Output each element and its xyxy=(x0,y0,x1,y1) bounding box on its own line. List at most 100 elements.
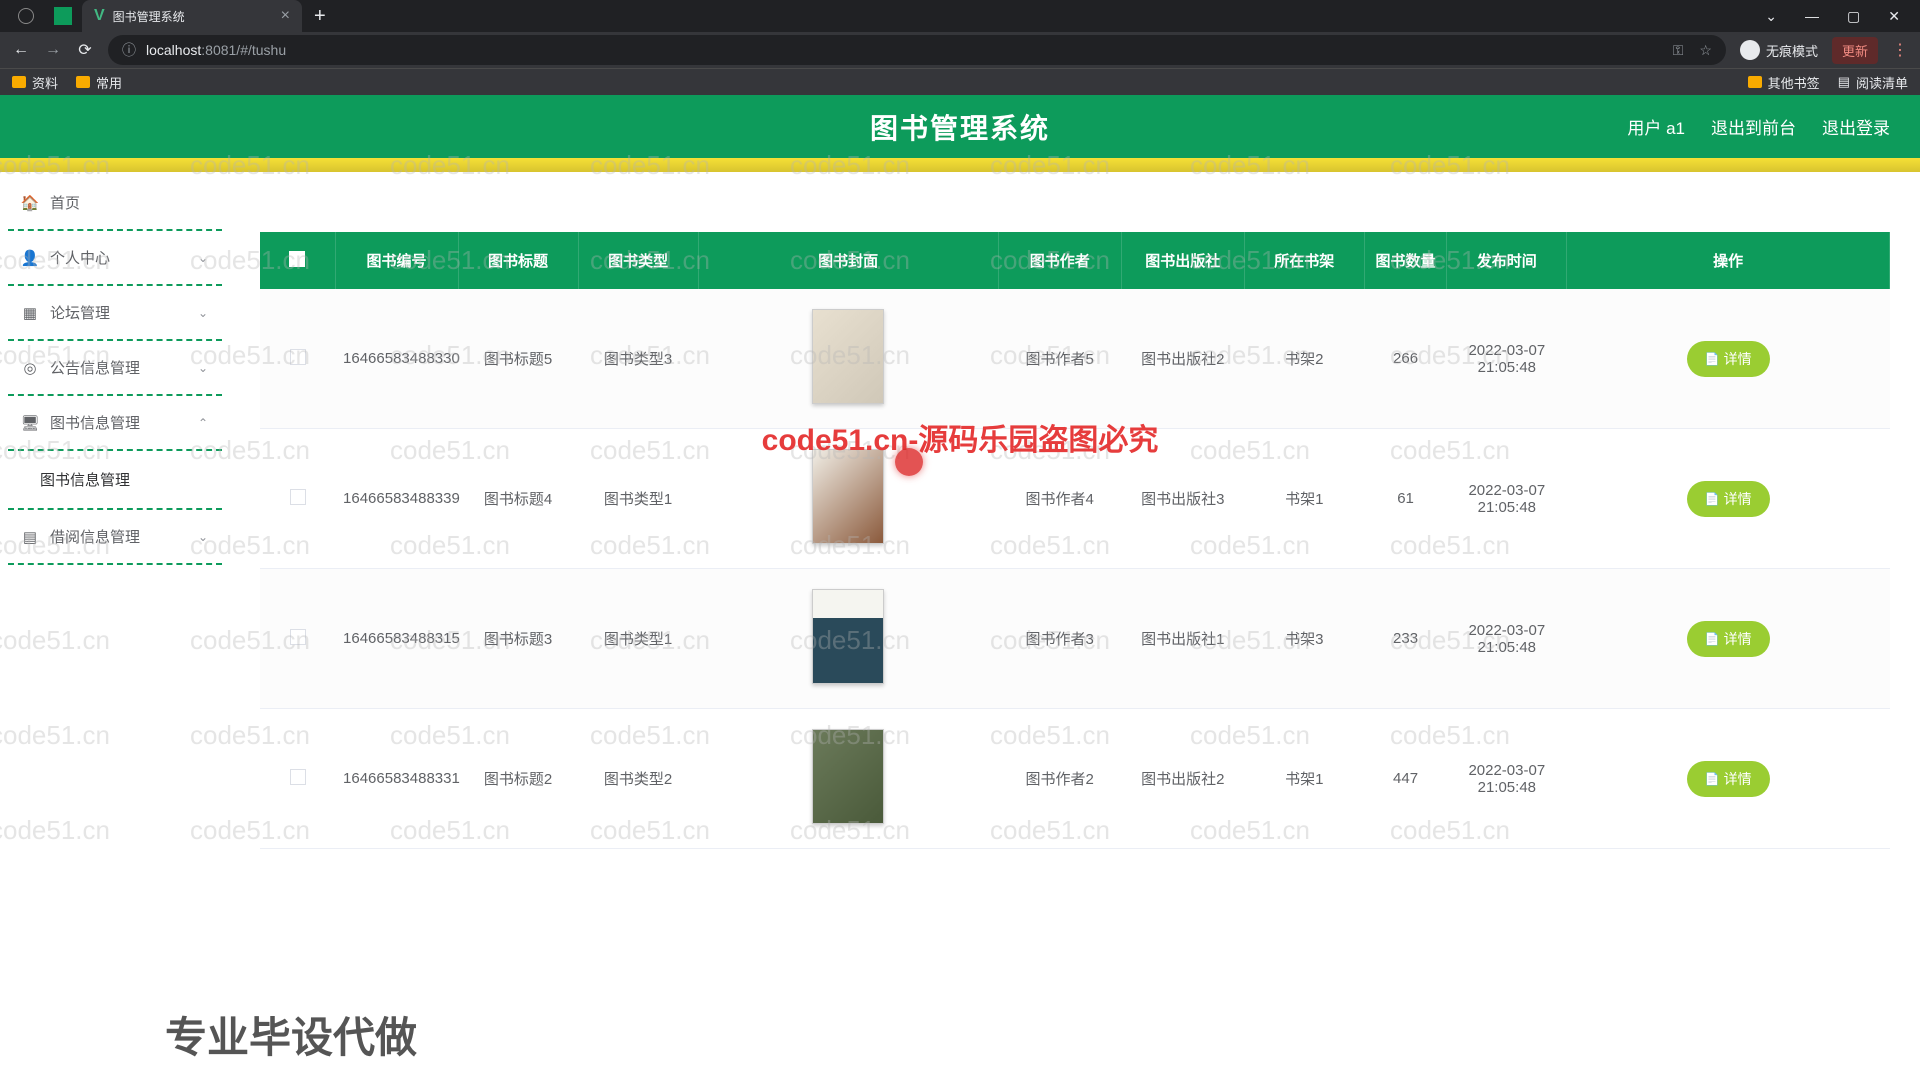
cell-date: 2022-03-07 21:05:48 xyxy=(1447,289,1567,429)
logout-button[interactable]: 退出登录 xyxy=(1822,114,1890,139)
cell-publisher: 图书出版社1 xyxy=(1121,569,1244,709)
bottom-overlay-text: 专业毕设代做 xyxy=(165,1004,417,1065)
browser-chrome: V 图书管理系统 × + ⌄ ― ▢ ✕ ← → ⟳ ⓘ localhost:8… xyxy=(0,0,1920,95)
table-row: 16466583488315 图书标题3 图书类型1 图书作者3 图书出版社1 … xyxy=(260,569,1890,709)
cell-date: 2022-03-07 21:05:48 xyxy=(1447,709,1567,849)
book-icon: 🖥 xyxy=(22,415,38,431)
cell-shelf: 书架1 xyxy=(1244,429,1364,569)
cell-qty: 233 xyxy=(1364,569,1447,709)
app-icon xyxy=(54,7,72,25)
table-row: 16466583488330 图书标题5 图书类型3 图书作者5 图书出版社2 … xyxy=(260,289,1890,429)
tab-bar: V 图书管理系统 × + ⌄ ― ▢ ✕ xyxy=(0,0,1920,32)
cell-publisher: 图书出版社3 xyxy=(1121,429,1244,569)
cell-type: 图书类型1 xyxy=(578,429,698,569)
app-title: 图书管理系统 xyxy=(870,107,1050,147)
th-id: 图书编号 xyxy=(335,232,458,289)
th-author: 图书作者 xyxy=(998,232,1121,289)
row-checkbox[interactable] xyxy=(290,489,306,505)
star-icon[interactable]: ☆ xyxy=(1699,42,1712,59)
th-publisher: 图书出版社 xyxy=(1121,232,1244,289)
vue-icon: V xyxy=(94,7,105,25)
forward-button[interactable]: → xyxy=(44,41,62,59)
menu-separator xyxy=(8,563,222,565)
cell-type: 图书类型1 xyxy=(578,569,698,709)
menu-separator xyxy=(8,394,222,396)
sidebar-subitem-book-info[interactable]: 图书信息管理 xyxy=(0,455,230,504)
row-checkbox[interactable] xyxy=(290,769,306,785)
info-icon[interactable]: ⓘ xyxy=(122,40,136,60)
incognito-label: 无痕模式 xyxy=(1766,41,1818,60)
th-cover: 图书封面 xyxy=(698,232,998,289)
maximize-icon[interactable]: ▢ xyxy=(1847,8,1860,25)
chevron-up-icon: ⌃ xyxy=(198,416,208,430)
th-date: 发布时间 xyxy=(1447,232,1567,289)
url-bar[interactable]: ⓘ localhost:8081/#/tushu ⚿ ☆ xyxy=(108,35,1726,65)
cell-author: 图书作者2 xyxy=(998,709,1121,849)
chevron-down-icon: ⌄ xyxy=(198,361,208,375)
table-row: 16466583488339 图书标题4 图书类型1 图书作者4 图书出版社3 … xyxy=(260,429,1890,569)
detail-button[interactable]: 详情 xyxy=(1687,761,1770,797)
sidebar-item-notice[interactable]: ◎ 公告信息管理 ⌄ xyxy=(0,345,230,390)
browser-tab[interactable]: V 图书管理系统 × xyxy=(82,0,302,32)
cell-type: 图书类型2 xyxy=(578,709,698,849)
sidebar: 🏠 首页 👤 个人中心 ⌄ ▦ 论坛管理 ⌄ ◎ 公告信息管理 ⌄ 🖥 图书信息… xyxy=(0,172,230,1080)
url-host: localhost xyxy=(146,42,201,58)
sidebar-item-forum[interactable]: ▦ 论坛管理 ⌄ xyxy=(0,290,230,335)
cell-author: 图书作者5 xyxy=(998,289,1121,429)
table-header-row: 图书编号 图书标题 图书类型 图书封面 图书作者 图书出版社 所在书架 图书数量… xyxy=(260,232,1890,289)
sidebar-item-personal[interactable]: 👤 个人中心 ⌄ xyxy=(0,235,230,280)
chevron-down-icon: ⌄ xyxy=(198,251,208,265)
detail-button[interactable]: 详情 xyxy=(1687,481,1770,517)
reload-button[interactable]: ⟳ xyxy=(76,41,94,59)
cell-qty: 61 xyxy=(1364,429,1447,569)
cell-id: 16466583488331 xyxy=(335,709,458,849)
detail-button[interactable]: 详情 xyxy=(1687,341,1770,377)
sidebar-item-book[interactable]: 🖥 图书信息管理 ⌃ xyxy=(0,400,230,445)
cell-id: 16466583488339 xyxy=(335,429,458,569)
user-label[interactable]: 用户 a1 xyxy=(1627,114,1685,139)
tab-title: 图书管理系统 xyxy=(113,8,185,25)
cell-title: 图书标题2 xyxy=(458,709,578,849)
cell-shelf: 书架1 xyxy=(1244,709,1364,849)
url-path: :8081/#/tushu xyxy=(201,42,286,58)
sidebar-item-home[interactable]: 🏠 首页 xyxy=(0,180,230,225)
more-menu-icon[interactable]: ⋮ xyxy=(1892,40,1908,60)
bookmark-folder[interactable]: 资料 xyxy=(12,73,58,92)
window-controls: ⌄ ― ▢ ✕ xyxy=(1765,8,1920,25)
th-title: 图书标题 xyxy=(458,232,578,289)
new-tab-button[interactable]: + xyxy=(314,5,326,28)
user-icon: 👤 xyxy=(22,250,38,266)
menu-separator xyxy=(8,449,222,451)
to-front-button[interactable]: 退出到前台 xyxy=(1711,114,1796,139)
incognito-indicator: 无痕模式 xyxy=(1740,40,1818,60)
sidebar-item-borrow[interactable]: ▤ 借阅信息管理 ⌄ xyxy=(0,514,230,559)
cell-author: 图书作者4 xyxy=(998,429,1121,569)
back-button[interactable]: ← xyxy=(12,41,30,59)
cell-qty: 447 xyxy=(1364,709,1447,849)
menu-separator xyxy=(8,339,222,341)
folder-icon xyxy=(12,76,26,88)
content-area: 图书编号 图书标题 图书类型 图书封面 图书作者 图书出版社 所在书架 图书数量… xyxy=(230,172,1920,1080)
incognito-icon xyxy=(1740,40,1760,60)
select-all-checkbox[interactable] xyxy=(289,251,305,267)
other-bookmarks[interactable]: 其他书签 xyxy=(1748,73,1820,92)
update-button[interactable]: 更新 xyxy=(1832,37,1878,64)
close-window-icon[interactable]: ✕ xyxy=(1888,8,1900,25)
book-table: 图书编号 图书标题 图书类型 图书封面 图书作者 图书出版社 所在书架 图书数量… xyxy=(260,232,1890,849)
row-checkbox[interactable] xyxy=(290,629,306,645)
list-icon: ▤ xyxy=(1838,74,1850,90)
reading-list[interactable]: ▤阅读清单 xyxy=(1838,73,1908,92)
chevron-down-icon: ⌄ xyxy=(198,530,208,544)
menu-separator xyxy=(8,284,222,286)
cell-id: 16466583488330 xyxy=(335,289,458,429)
tab-dropdown-icon[interactable]: ⌄ xyxy=(1765,8,1777,25)
row-checkbox[interactable] xyxy=(290,349,306,365)
browser-icon xyxy=(18,8,34,24)
accent-bar xyxy=(0,158,1920,172)
bookmark-folder[interactable]: 常用 xyxy=(76,73,122,92)
close-tab-icon[interactable]: × xyxy=(281,7,290,25)
key-icon[interactable]: ⚿ xyxy=(1673,42,1684,59)
detail-button[interactable]: 详情 xyxy=(1687,621,1770,657)
minimize-icon[interactable]: ― xyxy=(1805,8,1819,25)
cell-qty: 266 xyxy=(1364,289,1447,429)
